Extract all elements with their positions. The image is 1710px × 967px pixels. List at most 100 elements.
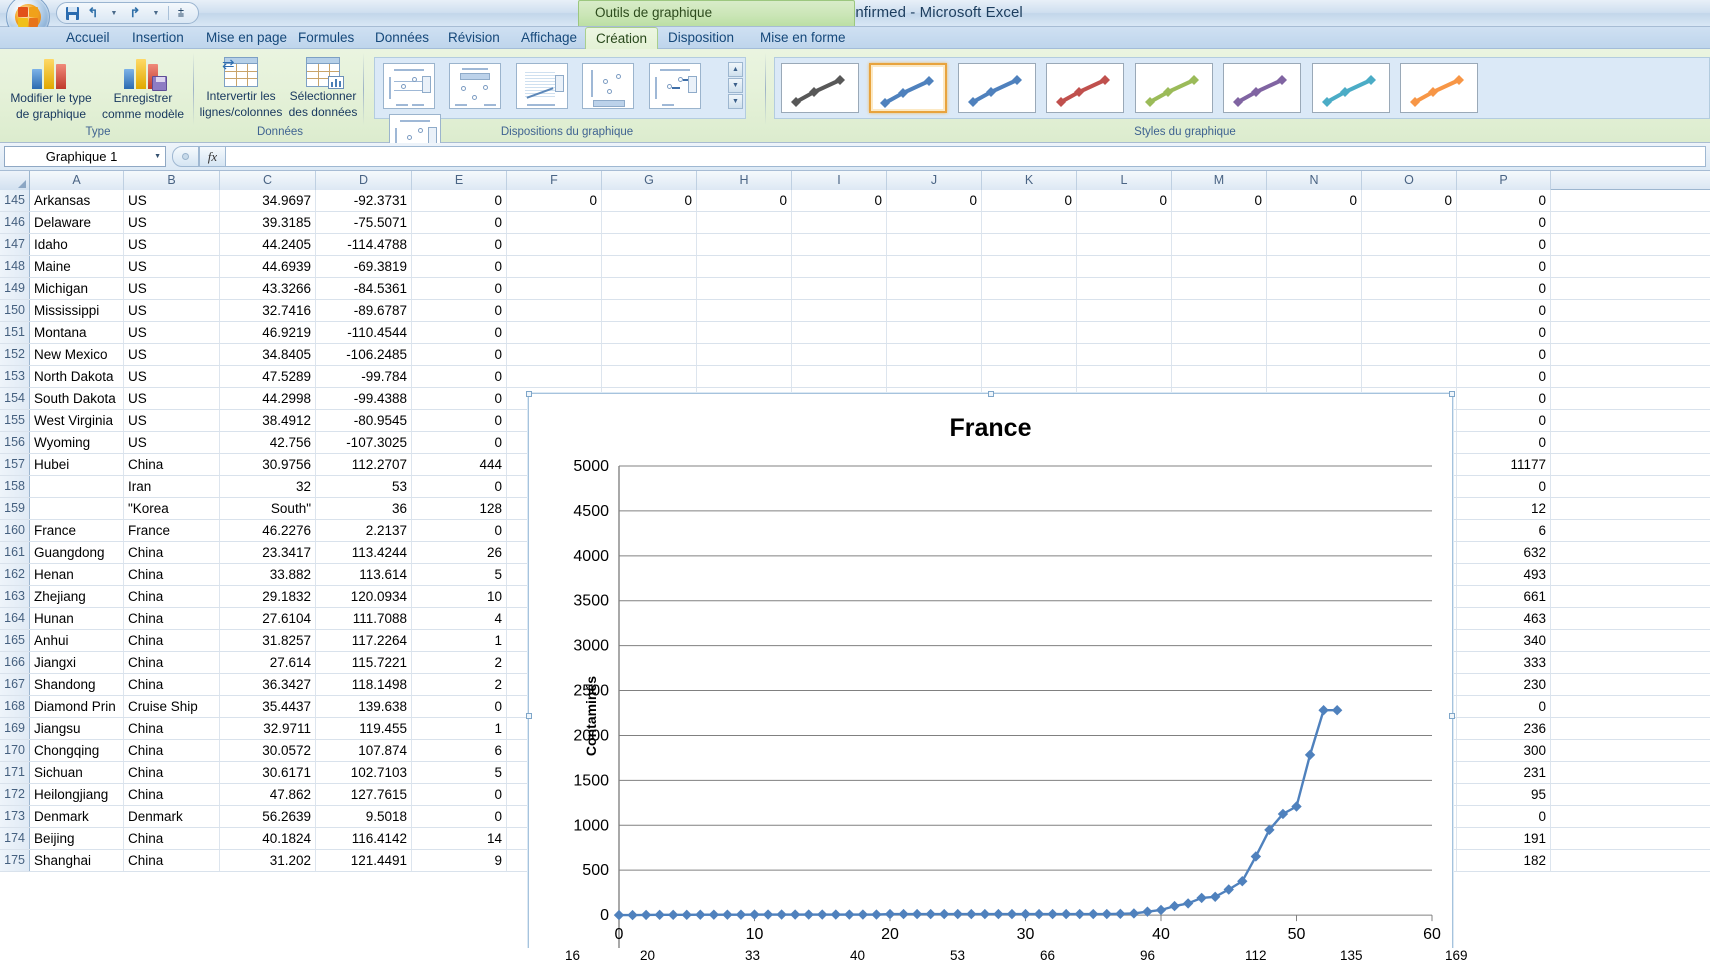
grid-cell[interactable]: 20	[640, 948, 655, 963]
grid-cell[interactable]: 1	[412, 630, 507, 651]
grid-cell[interactable]: 0	[1362, 190, 1457, 211]
row-header[interactable]: 158	[0, 476, 30, 497]
tab-mise-en-forme[interactable]: Mise en forme	[750, 27, 856, 49]
chart-data-point[interactable]	[830, 909, 841, 920]
chart-style-6[interactable]	[1223, 63, 1302, 113]
grid-cell[interactable]: China	[124, 542, 220, 563]
grid-cell[interactable]: 463	[1457, 608, 1551, 629]
grid-cell[interactable]	[982, 256, 1077, 277]
grid-cell[interactable]	[982, 322, 1077, 343]
grid-cell[interactable]: 0	[412, 278, 507, 299]
column-header-f[interactable]: F	[507, 171, 602, 190]
chart-data-point[interactable]	[640, 909, 652, 921]
grid-cell[interactable]: 300	[1457, 740, 1551, 761]
grid-cell[interactable]: 0	[1267, 190, 1362, 211]
chart-plot[interactable]: -500050010001500200025003000350040004500…	[529, 394, 1454, 967]
grid-cell[interactable]: China	[124, 630, 220, 651]
grid-cell[interactable]: 182	[1457, 850, 1551, 871]
grid-cell[interactable]: 0	[412, 476, 507, 497]
grid-cell[interactable]: 333	[1457, 652, 1551, 673]
grid-cell[interactable]: Maine	[30, 256, 124, 277]
grid-cell[interactable]: 0	[1457, 806, 1551, 827]
grid-cell[interactable]: 632	[1457, 542, 1551, 563]
grid-cell[interactable]: 38.4912	[220, 410, 316, 431]
grid-cell[interactable]: Arkansas	[30, 190, 124, 211]
grid-cell[interactable]	[602, 234, 697, 255]
chart-data-point[interactable]	[1088, 908, 1099, 920]
grid-cell[interactable]: US	[124, 278, 220, 299]
column-header-i[interactable]: I	[792, 171, 887, 190]
grid-cell[interactable]: 0	[697, 190, 792, 211]
grid-cell[interactable]	[507, 212, 602, 233]
chart-data-point[interactable]	[871, 909, 882, 920]
grid-cell[interactable]	[1172, 344, 1267, 365]
row-header[interactable]: 161	[0, 542, 30, 563]
grid-cell[interactable]: 32.7416	[220, 300, 316, 321]
grid-cell[interactable]: 39.3185	[220, 212, 316, 233]
column-header-c[interactable]: C	[220, 171, 316, 190]
chart-layout-1[interactable]	[383, 63, 435, 109]
grid-cell[interactable]: Denmark	[30, 806, 124, 827]
grid-cell[interactable]: 0	[602, 190, 697, 211]
grid-cell[interactable]	[1267, 278, 1362, 299]
grid-cell[interactable]: China	[124, 586, 220, 607]
grid-cell[interactable]: 47.5289	[220, 366, 316, 387]
grid-cell[interactable]: China	[124, 718, 220, 739]
grid-cell[interactable]: 5	[412, 762, 507, 783]
chart-data-point[interactable]	[613, 909, 625, 921]
chart-data-point[interactable]	[1155, 904, 1167, 916]
grid-cell[interactable]: 53	[316, 476, 412, 497]
grid-cell[interactable]: 33	[745, 948, 760, 963]
chart-data-point[interactable]	[1020, 908, 1031, 920]
row-header[interactable]: 172	[0, 784, 30, 805]
grid-cell[interactable]	[982, 212, 1077, 233]
grid-cell[interactable]: China	[124, 608, 220, 629]
grid-cell[interactable]: 11177	[1457, 454, 1551, 475]
chart-layout-2[interactable]	[449, 63, 502, 109]
grid-cell[interactable]: 236	[1457, 718, 1551, 739]
grid-cell[interactable]	[697, 212, 792, 233]
grid-cell[interactable]: US	[124, 344, 220, 365]
change-chart-type-button[interactable]: Modifier le type de graphique	[8, 55, 94, 121]
grid-cell[interactable]	[1172, 278, 1267, 299]
grid-cell[interactable]: 46.9219	[220, 322, 316, 343]
formula-input[interactable]	[226, 146, 1706, 167]
chart-data-point[interactable]	[762, 909, 774, 920]
grid-cell[interactable]: Shanghai	[30, 850, 124, 871]
tab-formules[interactable]: Formules	[288, 27, 364, 49]
grid-cell[interactable]: China	[124, 828, 220, 849]
grid-cell[interactable]: 26	[412, 542, 507, 563]
tab-accueil[interactable]: Accueil	[56, 27, 120, 49]
chart-style-2[interactable]	[869, 63, 948, 113]
row-header[interactable]: 149	[0, 278, 30, 299]
grid-cell[interactable]: 111.7088	[316, 608, 412, 629]
grid-cell[interactable]: 32.9711	[220, 718, 316, 739]
grid-cell[interactable]: 6	[412, 740, 507, 761]
chart-data-point[interactable]	[844, 909, 855, 920]
grid-cell[interactable]	[1077, 300, 1172, 321]
chart-data-point[interactable]	[668, 909, 679, 921]
grid-cell[interactable]	[697, 278, 792, 299]
grid-cell[interactable]	[887, 234, 982, 255]
chart-data-point[interactable]	[1250, 851, 1262, 862]
grid-cell[interactable]	[1077, 344, 1172, 365]
chart-data-point[interactable]	[1182, 898, 1194, 909]
grid-cell[interactable]: 33.882	[220, 564, 316, 585]
grid-cell[interactable]: 121.4491	[316, 850, 412, 871]
grid-cell[interactable]	[982, 366, 1077, 387]
grid-cell[interactable]	[507, 322, 602, 343]
grid-cell[interactable]: Beijing	[30, 828, 124, 849]
row-header[interactable]: 167	[0, 674, 30, 695]
chart-data-point[interactable]	[939, 908, 950, 920]
grid-cell[interactable]: 40.1824	[220, 828, 316, 849]
grid-cell[interactable]	[1077, 234, 1172, 255]
grid-cell[interactable]	[602, 300, 697, 321]
grid-cell[interactable]	[1362, 344, 1457, 365]
column-header-b[interactable]: B	[124, 171, 220, 190]
row-header[interactable]: 162	[0, 564, 30, 585]
row-header[interactable]: 163	[0, 586, 30, 607]
grid-cell[interactable]: US	[124, 432, 220, 453]
row-header[interactable]: 147	[0, 234, 30, 255]
grid-cell[interactable]	[1172, 366, 1267, 387]
grid-cell[interactable]: 36	[316, 498, 412, 519]
